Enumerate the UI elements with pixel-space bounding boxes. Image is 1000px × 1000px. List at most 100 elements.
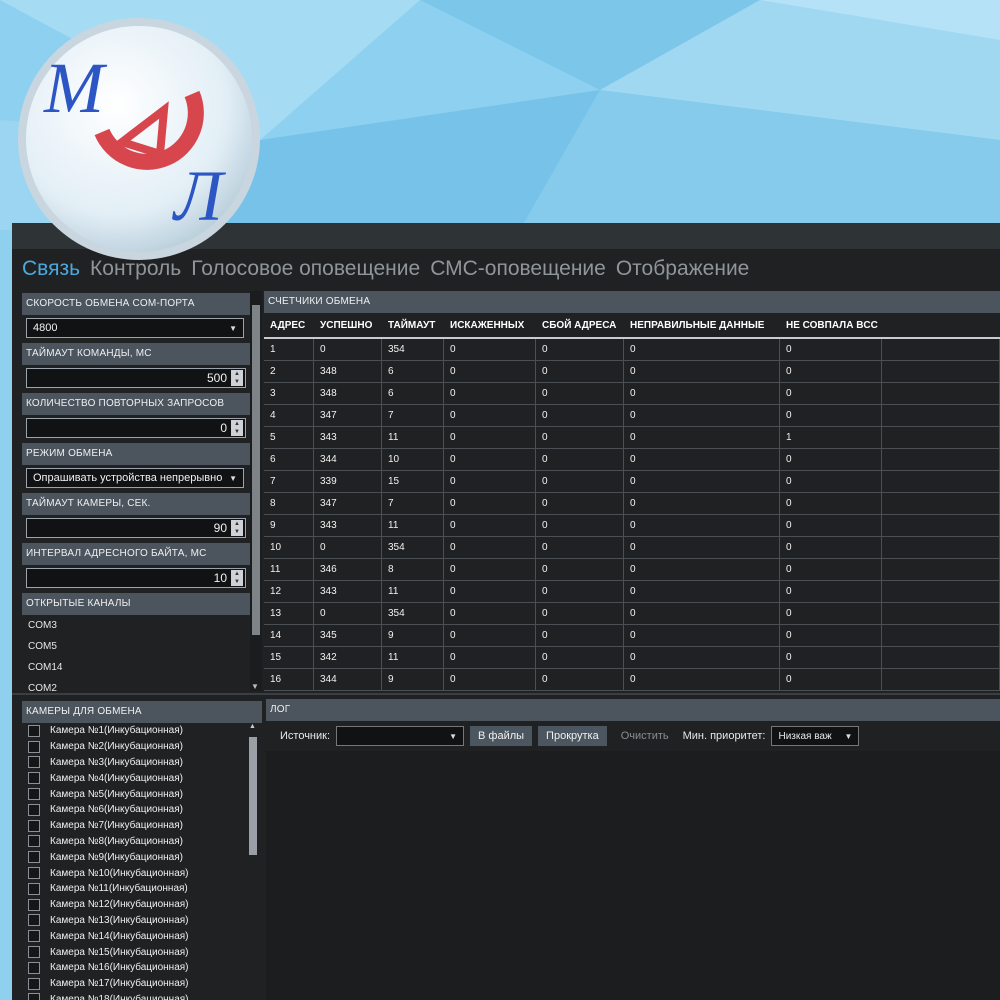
stepper-arrows-icon[interactable]: ▲ ▼ (231, 570, 243, 586)
column-header[interactable]: ИСКАЖЕННЫХ (444, 320, 536, 331)
camera-item[interactable]: Камера №10(Инкубационная) (22, 865, 262, 881)
menu-sms-alert[interactable]: СМС-оповещение (430, 257, 606, 287)
camera-item[interactable]: Камера №6(Инкубационная) (22, 802, 262, 818)
camera-checkbox[interactable] (28, 930, 40, 943)
camera-checkbox[interactable] (28, 835, 40, 848)
camera-list-scrollbar[interactable]: ▲ (248, 723, 258, 855)
camera-item[interactable]: Камера №16(Инкубационная) (22, 960, 262, 976)
camera-item[interactable]: Камера №4(Инкубационная) (22, 770, 262, 786)
channel-item[interactable]: COM14 (22, 657, 250, 678)
camera-checkbox[interactable] (28, 788, 40, 801)
camera-item[interactable]: Камера №18(Инкубационная) (22, 992, 262, 1000)
camera-item[interactable]: Камера №17(Инкубационная) (22, 976, 262, 992)
priority-select[interactable]: Низкая важ ▼ (771, 726, 860, 746)
camera-checkbox[interactable] (28, 740, 40, 753)
camera-item[interactable]: Камера №11(Инкубационная) (22, 881, 262, 897)
svg-text:М: М (43, 48, 108, 128)
mode-select[interactable]: Опрашивать устройства непрерывно ▼ (26, 468, 244, 488)
column-header[interactable]: СБОЙ АДРЕСА (536, 320, 624, 331)
table-row[interactable]: 7 339 15 0 0 0 0 (264, 471, 1000, 493)
camera-timeout-stepper[interactable]: 90 ▲ ▼ (26, 518, 246, 538)
camera-checkbox[interactable] (28, 772, 40, 785)
camera-item[interactable]: Камера №13(Инкубационная) (22, 913, 262, 929)
camera-item[interactable]: Камера №3(Инкубационная) (22, 755, 262, 771)
counters-title: СЧЕТЧИКИ ОБМЕНА (264, 291, 1000, 313)
camera-item[interactable]: Камера №8(Инкубационная) (22, 834, 262, 850)
channel-item[interactable]: COM5 (22, 636, 250, 657)
table-row[interactable]: 13 0 354 0 0 0 0 (264, 603, 1000, 625)
stepper-arrows-icon[interactable]: ▲ ▼ (231, 420, 243, 436)
column-header[interactable]: НЕПРАВИЛЬНЫЕ ДАННЫЕ (624, 320, 780, 331)
camera-item[interactable]: Камера №15(Инкубационная) (22, 944, 262, 960)
column-header[interactable]: АДРЕС (264, 320, 314, 331)
scrollbar-thumb[interactable] (252, 305, 260, 635)
camera-item[interactable]: Камера №2(Инкубационная) (22, 739, 262, 755)
table-row[interactable]: 12 343 11 0 0 0 0 (264, 581, 1000, 603)
retries-stepper[interactable]: 0 ▲ ▼ (26, 418, 246, 438)
table-row[interactable]: 14 345 9 0 0 0 0 (264, 625, 1000, 647)
stepper-arrows-icon[interactable]: ▲ ▼ (231, 370, 243, 386)
table-cell: 0 (624, 449, 780, 470)
camera-item[interactable]: Камера №7(Инкубационная) (22, 818, 262, 834)
table-row[interactable]: 1 0 354 0 0 0 0 (264, 339, 1000, 361)
camera-item[interactable]: Камера №5(Инкубационная) (22, 786, 262, 802)
settings-scrollbar[interactable]: ▼ (250, 291, 262, 691)
clear-button[interactable]: Очистить (613, 726, 677, 746)
camera-checkbox[interactable] (28, 882, 40, 895)
table-row[interactable]: 15 342 11 0 0 0 0 (264, 647, 1000, 669)
source-select[interactable]: ▼ (336, 726, 465, 746)
camera-checkbox[interactable] (28, 898, 40, 911)
camera-checkbox[interactable] (28, 961, 40, 974)
table-cell: 0 (624, 581, 780, 602)
table-cell: 345 (314, 625, 382, 646)
scroll-down-icon[interactable]: ▼ (251, 682, 259, 691)
table-row[interactable]: 5 343 11 0 0 0 1 (264, 427, 1000, 449)
com-speed-select[interactable]: 4800 ▼ (26, 318, 244, 338)
table-row[interactable]: 10 0 354 0 0 0 0 (264, 537, 1000, 559)
camera-checkbox[interactable] (28, 977, 40, 990)
table-row[interactable]: 6 344 10 0 0 0 0 (264, 449, 1000, 471)
table-row[interactable]: 11 346 8 0 0 0 0 (264, 559, 1000, 581)
column-header[interactable]: ТАЙМАУТ (382, 320, 444, 331)
table-cell: 0 (624, 669, 780, 690)
column-header[interactable]: НЕ СОВПАЛА BCC (780, 320, 882, 331)
table-row[interactable]: 4 347 7 0 0 0 0 (264, 405, 1000, 427)
cmd-timeout-stepper[interactable]: 500 ▲ ▼ (26, 368, 246, 388)
to-file-button[interactable]: В файлы (470, 726, 533, 746)
camera-item[interactable]: Камера №9(Инкубационная) (22, 849, 262, 865)
menu-display[interactable]: Отображение (616, 257, 750, 287)
camera-item[interactable]: Камера №12(Инкубационная) (22, 897, 262, 913)
table-cell: 343 (314, 581, 382, 602)
table-cell: 4 (264, 405, 314, 426)
camera-checkbox[interactable] (28, 993, 40, 1000)
scroll-button[interactable]: Прокрутка (538, 726, 607, 746)
scrollbar-thumb[interactable] (249, 737, 257, 855)
channel-item[interactable]: COM3 (22, 615, 250, 636)
scroll-up-icon[interactable]: ▲ (249, 723, 256, 730)
camera-checkbox[interactable] (28, 851, 40, 864)
camera-checkbox[interactable] (28, 803, 40, 816)
channel-item[interactable]: COM2 (22, 678, 250, 691)
panel-divider[interactable] (12, 693, 1000, 695)
camera-checkbox[interactable] (28, 819, 40, 832)
table-cell: 0 (444, 669, 536, 690)
log-output[interactable] (266, 751, 1000, 1000)
stepper-arrows-icon[interactable]: ▲ ▼ (231, 520, 243, 536)
addr-interval-stepper[interactable]: 10 ▲ ▼ (26, 568, 246, 588)
table-row[interactable]: 9 343 11 0 0 0 0 (264, 515, 1000, 537)
camera-item[interactable]: Камера №1(Инкубационная) (22, 723, 262, 739)
table-cell: 0 (780, 515, 882, 536)
camera-checkbox[interactable] (28, 946, 40, 959)
camera-checkbox[interactable] (28, 724, 40, 737)
table-row[interactable]: 8 347 7 0 0 0 0 (264, 493, 1000, 515)
camera-checkbox[interactable] (28, 867, 40, 880)
table-row[interactable]: 2 348 6 0 0 0 0 (264, 361, 1000, 383)
camera-checkbox[interactable] (28, 756, 40, 769)
camera-checkbox[interactable] (28, 914, 40, 927)
table-row[interactable]: 3 348 6 0 0 0 0 (264, 383, 1000, 405)
table-cell: 344 (314, 449, 382, 470)
cmd-timeout-label: ТАЙМАУТ КОМАНДЫ, МС (22, 343, 250, 365)
table-row[interactable]: 16 344 9 0 0 0 0 (264, 669, 1000, 691)
column-header[interactable]: УСПЕШНО (314, 320, 382, 331)
camera-item[interactable]: Камера №14(Инкубационная) (22, 928, 262, 944)
